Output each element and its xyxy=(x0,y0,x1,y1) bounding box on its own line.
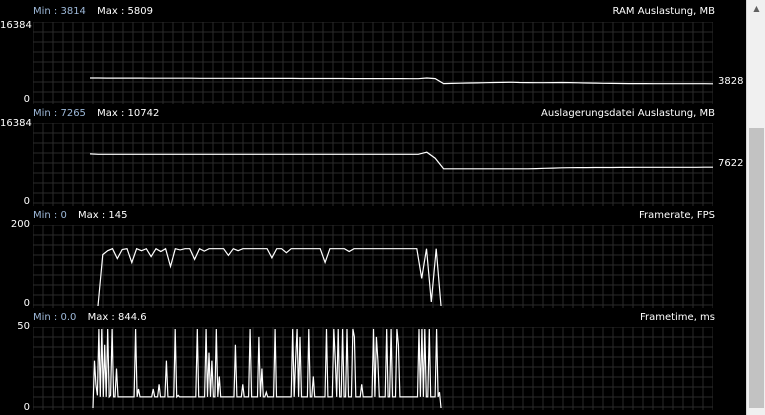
frametime-chart xyxy=(33,327,713,410)
ram-current-value: 3828 xyxy=(718,76,744,87)
scroll-thumb[interactable] xyxy=(749,128,764,408)
framerate-y-bottom: 0 xyxy=(23,298,30,309)
framerate-panel-header: Min : 0 Max : 145 Framerate, FPS xyxy=(33,208,745,224)
pagefile-title: Auslagerungsdatei Auslastung, MB xyxy=(541,108,715,119)
ram-y-top: 16384 xyxy=(0,20,32,31)
frametime-y-top: 50 xyxy=(17,321,30,332)
pagefile-max-label: Max : 10742 xyxy=(97,108,160,119)
ram-title: RAM Auslastung, MB xyxy=(612,6,716,17)
pagefile-usage-panel: Min : 7265 Max : 10742 Auslagerungsdatei… xyxy=(0,106,745,207)
framerate-chart xyxy=(33,225,713,308)
framerate-min-label: Min : 0 xyxy=(33,210,67,221)
framerate-y-top: 200 xyxy=(10,219,30,230)
frametime-panel-header: Min : 0.0 Max : 844.6 Frametime, ms xyxy=(33,310,745,326)
series-line xyxy=(97,247,442,307)
ram-usage-panel: Min : 3814 Max : 5809 RAM Auslastung, MB… xyxy=(0,4,745,105)
frametime-panel: Min : 0.0 Max : 844.6 Frametime, ms 50 0 xyxy=(0,310,745,415)
ram-y-bottom: 0 xyxy=(23,94,30,105)
frametime-max-label: Max : 844.6 xyxy=(87,312,147,323)
framerate-max-label: Max : 145 xyxy=(78,210,128,221)
ram-max-label: Max : 5809 xyxy=(97,6,153,17)
frametime-title: Frametime, ms xyxy=(639,312,715,323)
series-line xyxy=(92,328,442,409)
pagefile-panel-header: Min : 7265 Max : 10742 Auslagerungsdatei… xyxy=(33,106,745,122)
ram-min-label: Min : 3814 xyxy=(33,6,86,17)
pagefile-chart xyxy=(33,123,713,206)
pagefile-y-bottom: 0 xyxy=(23,196,30,207)
scroll-up-arrow-icon[interactable]: ▲ xyxy=(747,0,765,17)
pagefile-current-value: 7622 xyxy=(718,158,744,169)
framerate-panel: Min : 0 Max : 145 Framerate, FPS 200 0 xyxy=(0,208,745,309)
frametime-y-bottom: 0 xyxy=(23,402,30,413)
ram-panel-header: Min : 3814 Max : 5809 RAM Auslastung, MB xyxy=(33,4,745,20)
pagefile-y-top: 16384 xyxy=(0,118,32,129)
vertical-scrollbar[interactable]: ▲ xyxy=(746,0,765,415)
framerate-title: Framerate, FPS xyxy=(639,210,715,221)
ram-chart xyxy=(33,22,713,104)
pagefile-min-label: Min : 7265 xyxy=(33,108,86,119)
frametime-min-label: Min : 0.0 xyxy=(33,312,77,323)
